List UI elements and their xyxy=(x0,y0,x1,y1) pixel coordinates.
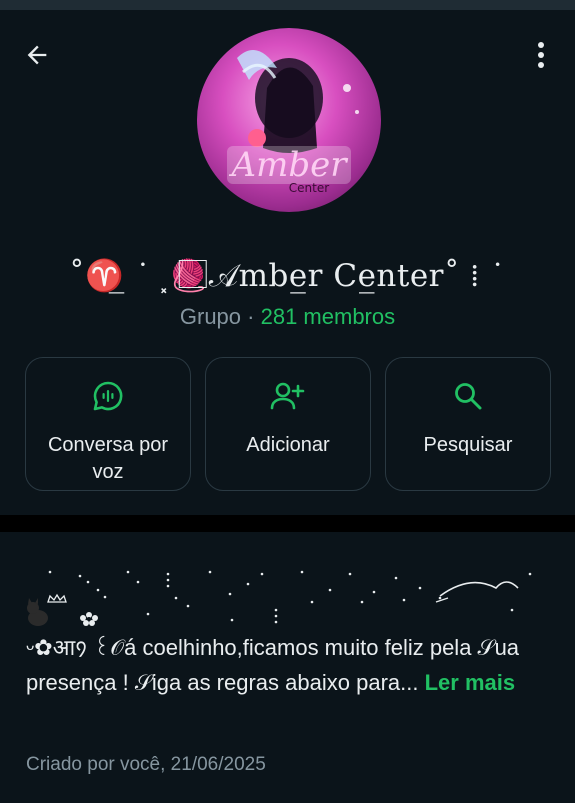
group-meta: Grupo · 281 membros xyxy=(0,304,575,330)
group-type-label: Grupo xyxy=(179,304,242,329)
voice-chat-button[interactable]: Conversa por voz xyxy=(25,357,191,491)
member-count[interactable]: 281 membros xyxy=(261,304,396,329)
meta-separator: · xyxy=(247,304,255,329)
search-button[interactable]: Pesquisar xyxy=(385,357,551,491)
description-text: ᵕ✿आ᠀ ꒰𝒪á coelhinho,ficamos muito feliz p… xyxy=(26,630,556,700)
flower-icon xyxy=(80,612,98,626)
more-options-button[interactable] xyxy=(526,38,556,72)
status-bar xyxy=(0,0,575,10)
search-icon xyxy=(455,383,482,410)
decorative-dots xyxy=(27,570,532,626)
group-info-header: Amber Center ˚♈̲ ˙ ⸼🧶⃞𝒜mbe̲r Ce̲nter˚ ⁞ … xyxy=(0,10,575,515)
avatar-illustration: Amber Center xyxy=(227,50,359,195)
voice-chat-label: Conversa por voz xyxy=(47,434,169,483)
read-more-link[interactable]: Ler mais xyxy=(425,670,516,695)
group-name: ˚♈̲ ˙ ⸼🧶⃞𝒜mbe̲r Ce̲nter˚ ⁞ ˙ xyxy=(69,258,506,294)
cat-emoji-icon xyxy=(27,598,48,626)
add-member-label: Adicionar xyxy=(246,434,330,456)
search-label: Pesquisar xyxy=(423,434,513,456)
group-avatar[interactable]: Amber Center xyxy=(197,28,381,212)
section-divider xyxy=(0,515,575,532)
back-button[interactable] xyxy=(20,38,54,72)
created-by-info: Criado por você, 21/06/2025 xyxy=(26,754,266,775)
add-person-icon xyxy=(270,382,305,410)
more-vertical-icon xyxy=(538,42,544,68)
add-member-button[interactable]: Adicionar xyxy=(205,357,371,491)
crown-icon xyxy=(47,593,67,603)
svg-text:Center: Center xyxy=(289,181,329,195)
back-arrow-icon xyxy=(27,45,47,65)
svg-text:Amber: Amber xyxy=(229,145,349,185)
voice-chat-icon xyxy=(93,381,123,411)
group-description[interactable]: ᵕ✿आ᠀ ꒰𝒪á coelhinho,ficamos muito feliz p… xyxy=(0,532,575,803)
